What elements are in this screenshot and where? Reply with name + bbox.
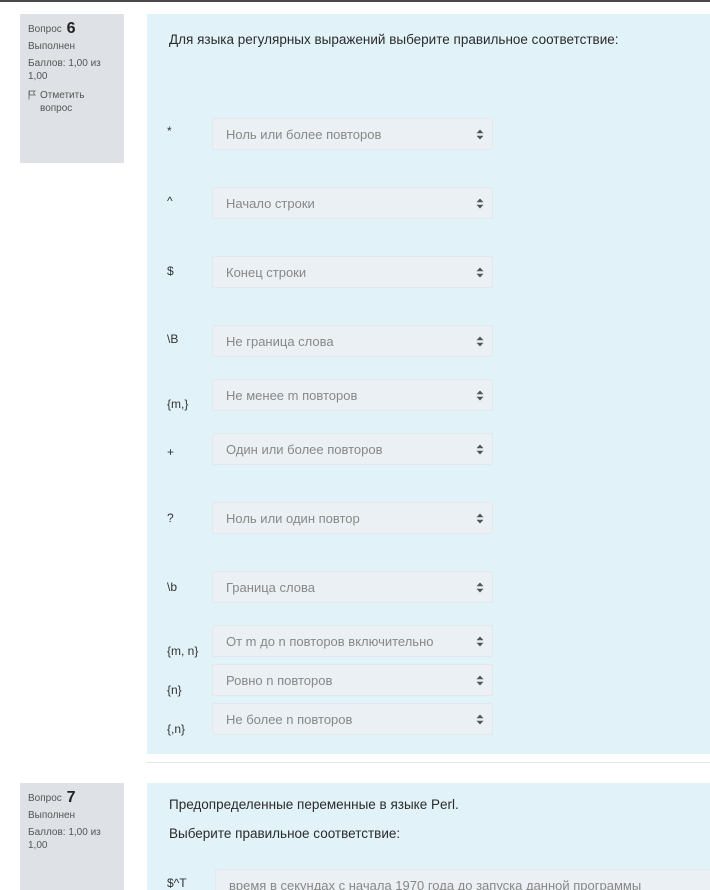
match-select[interactable]: Конец строки bbox=[212, 256, 493, 288]
window-top-edge bbox=[0, 0, 710, 2]
up-down-arrows-icon bbox=[468, 582, 492, 593]
question-number: 6 bbox=[66, 20, 76, 37]
match-select-value: Не менее m повторов bbox=[226, 387, 358, 403]
question-text-line-1: Предопределенные переменные в языке Perl… bbox=[169, 797, 459, 812]
match-stem: $ bbox=[167, 264, 174, 278]
up-down-arrows-icon bbox=[468, 513, 492, 524]
up-down-arrows-icon bbox=[468, 336, 492, 347]
match-select-value: Конец строки bbox=[226, 264, 307, 280]
match-stem: \B bbox=[167, 332, 179, 346]
up-down-arrows-icon bbox=[468, 129, 492, 140]
question-number: 7 bbox=[66, 789, 76, 806]
match-stem: {,n} bbox=[167, 722, 186, 736]
match-stem: + bbox=[167, 445, 175, 459]
up-down-arrows-icon bbox=[468, 198, 492, 209]
question-text-line-2: Выберите правильное соответствие: bbox=[169, 826, 401, 841]
up-down-arrows-icon bbox=[468, 714, 492, 725]
up-down-arrows-icon bbox=[468, 267, 492, 278]
question-info-panel: Вопрос 7 Выполнен Баллов: 1,00 из 1,00 bbox=[20, 783, 124, 890]
match-select[interactable]: Ровно n повторов bbox=[212, 664, 493, 696]
question-label: Вопрос bbox=[28, 793, 62, 804]
match-stem: * bbox=[167, 124, 172, 138]
flag-question-link[interactable]: Отметить вопрос bbox=[28, 89, 116, 115]
up-down-arrows-icon bbox=[468, 675, 492, 686]
question-status: Выполнен bbox=[28, 41, 76, 52]
match-select[interactable]: Не менее m повторов bbox=[212, 379, 493, 411]
match-select[interactable]: Не граница слова bbox=[212, 325, 493, 357]
match-stem: {n} bbox=[167, 683, 182, 697]
match-select-value: От m до n повторов включительно bbox=[226, 633, 434, 649]
match-stem: ? bbox=[167, 511, 174, 525]
match-select[interactable]: Не более n повторов bbox=[212, 703, 493, 735]
up-down-arrows-icon bbox=[468, 636, 492, 647]
question-content: Для языка регулярных выражений выберите … bbox=[147, 14, 710, 754]
match-select[interactable]: От m до n повторов включительно bbox=[212, 625, 493, 657]
flag-icon bbox=[28, 90, 36, 100]
match-select-value: Ноль или более повторов bbox=[226, 126, 382, 142]
match-select[interactable]: Ноль или более повторов bbox=[212, 118, 493, 150]
question-number-line: Вопрос 7 bbox=[28, 789, 116, 806]
match-stem: $^T bbox=[167, 876, 187, 890]
match-select[interactable]: время в секундах с начала 1970 года до з… bbox=[215, 869, 710, 890]
match-select-value: Ровно n повторов bbox=[226, 672, 333, 688]
match-select-value: Не граница слова bbox=[226, 333, 334, 349]
match-select-value: Граница слова bbox=[226, 579, 315, 595]
match-select[interactable]: Начало строки bbox=[212, 187, 493, 219]
match-select-value: Ноль или один повтор bbox=[226, 510, 360, 526]
up-down-arrows-icon bbox=[468, 390, 492, 401]
match-select[interactable]: Граница слова bbox=[212, 571, 493, 603]
match-select-value: Начало строки bbox=[226, 195, 315, 211]
match-stem: \b bbox=[167, 580, 178, 594]
question-text: Для языка регулярных выражений выберите … bbox=[169, 32, 619, 47]
question-info-panel: Вопрос 6 Выполнен Баллов: 1,00 из 1,00 О… bbox=[20, 14, 124, 163]
match-select[interactable]: Ноль или один повтор bbox=[212, 502, 493, 534]
match-stem: {m,} bbox=[167, 397, 189, 411]
match-select-value: Один или более повторов bbox=[226, 441, 383, 457]
question-content: Предопределенные переменные в языке Perl… bbox=[147, 783, 710, 890]
match-select-value: Не более n повторов bbox=[226, 711, 353, 727]
question-grade: Баллов: 1,00 из 1,00 bbox=[28, 58, 101, 82]
match-select-value: время в секундах с начала 1970 года до з… bbox=[229, 877, 642, 890]
question-number-line: Вопрос 6 bbox=[28, 20, 116, 37]
question-status: Выполнен bbox=[28, 810, 76, 821]
match-stem: ^ bbox=[167, 194, 173, 208]
up-down-arrows-icon bbox=[468, 444, 492, 455]
match-select[interactable]: Один или более повторов bbox=[212, 433, 493, 465]
question-grade: Баллов: 1,00 из 1,00 bbox=[28, 827, 101, 851]
question-label: Вопрос bbox=[28, 24, 62, 35]
divider bbox=[147, 762, 710, 763]
flag-question-label: Отметить вопрос bbox=[40, 90, 85, 114]
match-stem: {m, n} bbox=[167, 644, 199, 658]
